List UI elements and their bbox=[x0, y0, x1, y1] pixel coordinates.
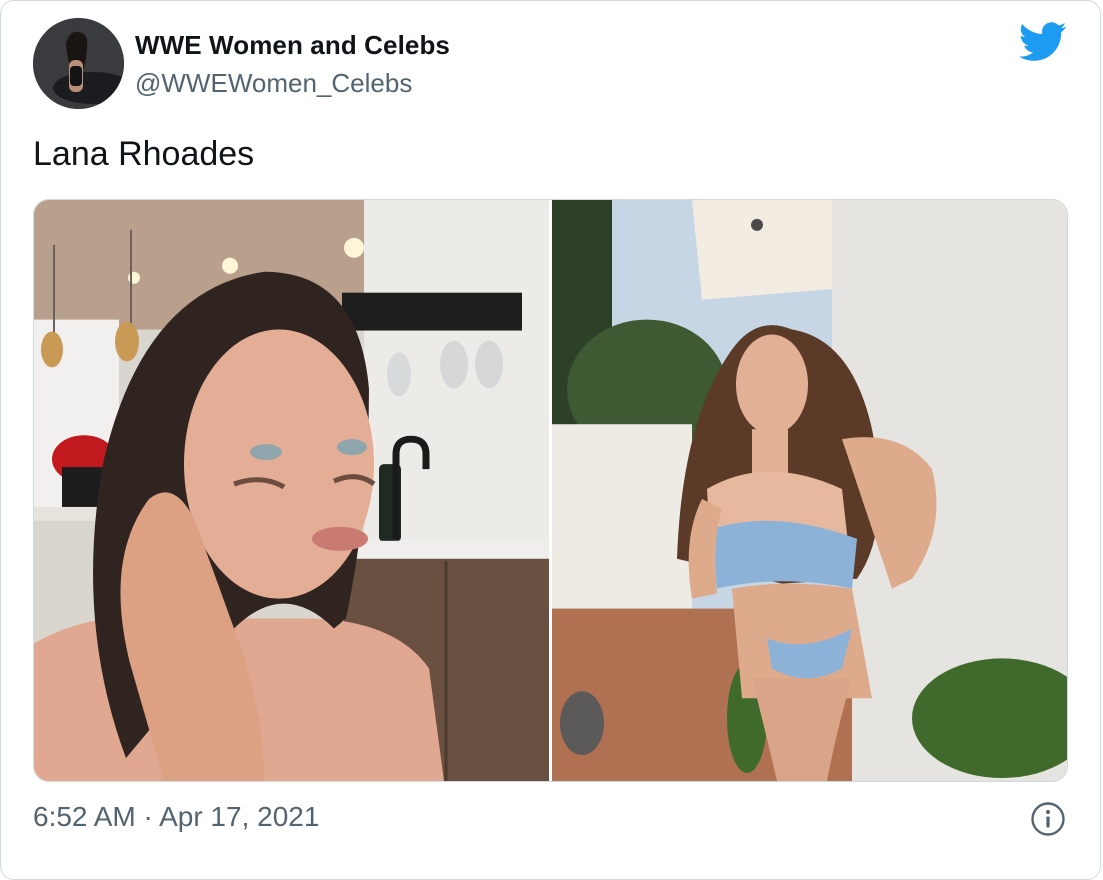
tweet-time[interactable]: 6:52 AM bbox=[33, 801, 136, 832]
info-icon[interactable] bbox=[1030, 801, 1066, 837]
tweet-date[interactable]: Apr 17, 2021 bbox=[159, 801, 319, 832]
avatar-image bbox=[33, 18, 124, 109]
tweet-text: Lana Rhoades bbox=[33, 135, 255, 173]
tweet-timestamp: 6:52 AM · Apr 17, 2021 bbox=[33, 801, 319, 833]
author-avatar[interactable] bbox=[33, 18, 124, 109]
photo-patio-portrait[interactable] bbox=[552, 200, 1067, 781]
author-handle[interactable]: @WWEWomen_Celebs bbox=[135, 68, 412, 99]
tweet-card: WWE Women and Celebs @WWEWomen_Celebs La… bbox=[0, 0, 1101, 880]
photo-kitchen-selfie[interactable] bbox=[34, 200, 549, 781]
author-display-name[interactable]: WWE Women and Celebs bbox=[135, 30, 450, 61]
media-grid bbox=[33, 199, 1068, 782]
timestamp-separator: · bbox=[143, 801, 153, 832]
twitter-bird-icon[interactable] bbox=[1019, 21, 1067, 63]
